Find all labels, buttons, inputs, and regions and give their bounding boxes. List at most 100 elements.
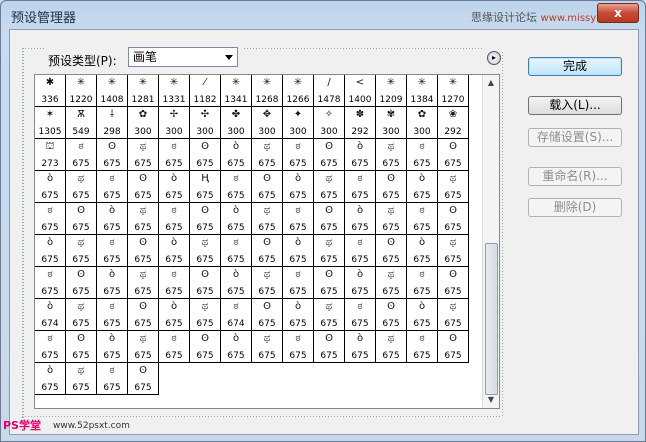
preset-thumbnail[interactable]: ✳ 1209 — [376, 75, 407, 107]
scroll-up-icon[interactable]: ▲ — [483, 75, 499, 91]
preset-thumbnail[interactable]: ಥ 675 — [438, 171, 469, 203]
preset-thumbnail[interactable]: ò 675 — [221, 139, 252, 171]
preset-thumbnail[interactable]: ಥ 675 — [128, 203, 159, 235]
preset-thumbnail[interactable]: ಠ 675 — [35, 203, 66, 235]
preset-thumbnail[interactable]: ಥ 675 — [314, 235, 345, 267]
preset-thumbnail[interactable]: ò 674 — [35, 299, 66, 331]
title-bar[interactable]: 预设管理器 思缘设计论坛 www.missyuan.com x — [1, 1, 645, 29]
preset-thumbnail[interactable]: ಠ 675 — [283, 331, 314, 363]
preset-thumbnail[interactable]: ಠ 675 — [407, 331, 438, 363]
preset-thumbnail[interactable]: ✽ 292 — [345, 107, 376, 139]
preset-thumbnail[interactable]: ʘ 675 — [376, 171, 407, 203]
preset-thumbnail[interactable]: ಥ 675 — [66, 171, 97, 203]
preset-thumbnail[interactable]: ✥ 300 — [252, 107, 283, 139]
panel-menu-icon[interactable]: ▸ — [487, 51, 501, 65]
preset-thumbnail[interactable]: ✳ 1266 — [283, 75, 314, 107]
preset-thumbnail[interactable]: ò 675 — [283, 171, 314, 203]
preset-thumbnail[interactable]: ✳ 1268 — [252, 75, 283, 107]
preset-thumbnail[interactable]: ò 675 — [345, 203, 376, 235]
vertical-scrollbar[interactable]: ▲ ▼ — [482, 75, 499, 408]
preset-thumbnail[interactable]: ʘ 675 — [128, 363, 159, 395]
preset-thumbnail[interactable]: ಠ 675 — [283, 203, 314, 235]
preset-thumbnail[interactable]: ಥ 675 — [252, 203, 283, 235]
preset-thumbnail[interactable]: ✣ 300 — [190, 107, 221, 139]
preset-thumbnail[interactable]: ಠ 675 — [283, 139, 314, 171]
preset-thumbnail[interactable]: ʘ 675 — [438, 331, 469, 363]
preset-thumbnail[interactable]: ⁄ 1182 — [190, 75, 221, 107]
preset-thumbnail[interactable]: ಠ 675 — [345, 299, 376, 331]
scrollbar-thumb[interactable] — [485, 243, 498, 395]
preset-thumbnail[interactable]: ✳ 1341 — [221, 75, 252, 107]
preset-thumbnail[interactable]: Ѫ 549 — [66, 107, 97, 139]
preset-thumbnail[interactable]: ✳ 1220 — [66, 75, 97, 107]
preset-thumbnail[interactable]: ಠ 674 — [221, 299, 252, 331]
preset-thumbnail[interactable]: ಥ 675 — [252, 267, 283, 299]
preset-thumbnail[interactable]: ಠ 675 — [97, 171, 128, 203]
preset-thumbnail[interactable]: ✦ 300 — [283, 107, 314, 139]
preset-thumbnail[interactable]: ಥ 675 — [376, 331, 407, 363]
preset-thumbnail[interactable]: ಠ 675 — [66, 139, 97, 171]
preset-thumbnail[interactable]: ʘ 675 — [66, 203, 97, 235]
preset-thumbnail[interactable]: ಠ 675 — [159, 203, 190, 235]
preset-thumbnail[interactable]: ಠ 675 — [159, 331, 190, 363]
preset-thumbnail[interactable]: ಠ 675 — [97, 235, 128, 267]
preset-thumbnail[interactable]: ʘ 675 — [314, 267, 345, 299]
preset-thumbnail[interactable]: ò 675 — [407, 299, 438, 331]
preset-thumbnail[interactable]: ʘ 675 — [438, 267, 469, 299]
preset-thumbnail[interactable]: ò 675 — [159, 299, 190, 331]
preset-thumbnail[interactable]: ಠ 675 — [345, 171, 376, 203]
preset-thumbnail[interactable]: ಥ 675 — [66, 299, 97, 331]
done-button[interactable]: 完成 — [528, 57, 622, 76]
preset-thumbnail[interactable]: ò 675 — [35, 235, 66, 267]
preset-thumbnail[interactable]: ʘ 675 — [252, 299, 283, 331]
preset-grid-panel[interactable]: ✱ 336 ✳ 1220 ✳ 1408 ✳ 1281 ✳ 1331 ⁄ 1182 ✳ 1341 ✳ 1268 ✳… — [34, 74, 500, 409]
preset-thumbnail[interactable]: ಠ 675 — [159, 267, 190, 299]
preset-thumbnail[interactable]: ಥ 675 — [376, 139, 407, 171]
preset-thumbnail[interactable]: ✳ 1270 — [438, 75, 469, 107]
preset-thumbnail[interactable]: ò 675 — [407, 235, 438, 267]
preset-thumbnail[interactable]: ò 675 — [35, 363, 66, 395]
preset-thumbnail[interactable]: ✾ 300 — [376, 107, 407, 139]
preset-thumbnail[interactable]: ò 675 — [97, 267, 128, 299]
preset-thumbnail[interactable]: ಥ 675 — [66, 363, 97, 395]
preset-thumbnail[interactable]: ʘ 675 — [66, 267, 97, 299]
scroll-down-icon[interactable]: ▼ — [483, 392, 499, 408]
preset-thumbnail[interactable]: ʘ 675 — [128, 171, 159, 203]
preset-thumbnail[interactable]: ಥ 675 — [314, 171, 345, 203]
preset-thumbnail[interactable]: ✶ 1305 — [35, 107, 66, 139]
preset-thumbnail[interactable]: ✳ 1384 — [407, 75, 438, 107]
preset-thumbnail[interactable]: ò 675 — [283, 235, 314, 267]
rename-button[interactable]: 重命名(R)... — [528, 167, 622, 186]
preset-thumbnail[interactable]: ò 675 — [221, 267, 252, 299]
preset-type-select[interactable]: 画笔 — [128, 47, 238, 67]
preset-thumbnail[interactable]: ಥ 675 — [128, 331, 159, 363]
preset-thumbnail[interactable]: ò 675 — [159, 171, 190, 203]
preset-thumbnail[interactable]: ʘ 675 — [190, 331, 221, 363]
preset-thumbnail[interactable]: ʘ 675 — [128, 235, 159, 267]
preset-thumbnail[interactable]: ❀ 292 — [438, 107, 469, 139]
preset-thumbnail[interactable]: ಠ 675 — [283, 267, 314, 299]
preset-thumbnail[interactable]: ò 675 — [97, 203, 128, 235]
preset-thumbnail[interactable]: ʘ 675 — [128, 299, 159, 331]
close-button[interactable]: x — [597, 3, 639, 23]
preset-thumbnail[interactable]: ò 675 — [221, 203, 252, 235]
preset-thumbnail[interactable]: ಥ 675 — [438, 235, 469, 267]
preset-thumbnail[interactable]: ಥ 675 — [252, 139, 283, 171]
preset-thumbnail[interactable]: ಥ 675 — [66, 235, 97, 267]
preset-thumbnail[interactable]: ʘ 675 — [190, 267, 221, 299]
preset-thumbnail[interactable]: ✳ 1331 — [159, 75, 190, 107]
preset-thumbnail[interactable]: ʘ 675 — [438, 203, 469, 235]
preset-thumbnail[interactable]: ʘ 675 — [314, 331, 345, 363]
preset-thumbnail[interactable]: ಥ 675 — [128, 139, 159, 171]
preset-thumbnail[interactable]: ಠ 675 — [159, 139, 190, 171]
preset-thumbnail[interactable]: ʘ 675 — [438, 139, 469, 171]
preset-thumbnail[interactable]: ಠ 675 — [407, 267, 438, 299]
preset-thumbnail[interactable]: ʘ 675 — [190, 203, 221, 235]
preset-thumbnail[interactable]: ⛫ 273 — [35, 139, 66, 171]
preset-thumbnail[interactable]: ʘ 675 — [190, 139, 221, 171]
preset-thumbnail[interactable]: ò 675 — [97, 331, 128, 363]
save-settings-button[interactable]: 存储设置(S)... — [528, 128, 622, 147]
preset-thumbnail[interactable]: ಥ 675 — [190, 235, 221, 267]
preset-thumbnail[interactable]: ಠ 675 — [221, 171, 252, 203]
preset-thumbnail[interactable]: ʘ 675 — [376, 235, 407, 267]
